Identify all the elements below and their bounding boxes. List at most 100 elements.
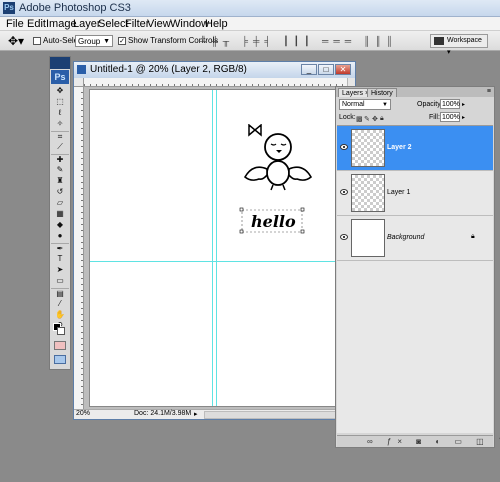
- tools-palette: Ps ✥ ⬚ ℓ ✧ ⌗ ⟋ ✚ ✎ ♜ ↺ ▱ ▦ ◆ ● ✒ T ➤ ▭ ▤…: [49, 56, 71, 370]
- auto-select-checkbox[interactable]: [33, 37, 41, 45]
- layer-action-icons[interactable]: ∞ ƒ× ◙ ◐ ▭ ◫ 🗑︎: [367, 437, 500, 446]
- move-tool-icon[interactable]: ✥▾: [8, 34, 24, 48]
- gradient-tool-icon[interactable]: ▦: [51, 209, 69, 219]
- maximize-button[interactable]: □: [318, 64, 334, 75]
- tab-history[interactable]: History: [367, 88, 397, 97]
- quick-mask-icon[interactable]: [54, 341, 66, 350]
- menu-layer[interactable]: Layer: [73, 18, 101, 30]
- layer-row-background[interactable]: Background 🔒︎: [337, 216, 493, 261]
- transform-handle: [300, 207, 305, 212]
- canvas[interactable]: hello: [89, 89, 344, 407]
- notes-tool-icon[interactable]: ▤: [51, 288, 69, 298]
- workspace-button[interactable]: Workspace ▾: [430, 34, 488, 56]
- visibility-eye-icon[interactable]: [340, 144, 348, 150]
- clone-stamp-tool-icon[interactable]: ♜: [51, 176, 69, 186]
- menu-file[interactable]: File: [6, 18, 24, 30]
- guide-vertical[interactable]: [212, 90, 213, 406]
- menu-view[interactable]: View: [147, 18, 171, 30]
- guide-horizontal[interactable]: [90, 261, 343, 262]
- align-icons[interactable]: ╨╫╥ ╞╪╡ ┃┃┃ ═══ ║║║: [200, 36, 398, 47]
- show-transform-checkbox[interactable]: ✓: [118, 37, 126, 45]
- close-button[interactable]: ✕: [335, 64, 351, 75]
- auto-select-dropdown[interactable]: Group ▼: [75, 35, 113, 47]
- background-color-swatch[interactable]: [57, 327, 65, 335]
- menu-edit[interactable]: Edit: [27, 18, 46, 30]
- menu-filter[interactable]: Filter: [125, 18, 149, 30]
- lock-label: Lock:: [339, 114, 356, 121]
- screen-mode-icon[interactable]: [54, 355, 66, 364]
- layer-name: Background: [387, 234, 425, 241]
- minimize-button[interactable]: _: [301, 64, 317, 75]
- bird-body: [266, 160, 290, 186]
- eyedropper-tool-icon[interactable]: ⁄: [51, 299, 69, 309]
- chevron-down-icon: ▼: [382, 102, 388, 108]
- move-tool-icon[interactable]: ✥: [51, 86, 69, 96]
- hello-text: hello: [251, 212, 296, 231]
- shape-tool-icon[interactable]: ▭: [51, 276, 69, 286]
- marquee-tool-icon[interactable]: ⬚: [51, 97, 69, 107]
- dodge-tool-icon[interactable]: ●: [51, 231, 69, 241]
- status-menu-icon[interactable]: ▸: [194, 410, 198, 418]
- document-icon: [77, 65, 86, 74]
- workspace-icon: [434, 37, 444, 45]
- path-selection-tool-icon[interactable]: ➤: [51, 265, 69, 275]
- opacity-slider-icon[interactable]: ▸: [462, 101, 465, 108]
- blur-tool-icon[interactable]: ◆: [51, 220, 69, 230]
- layers-panel: Layers × History ≡ Normal ▼ Opacity: 100…: [335, 86, 500, 448]
- slice-tool-icon[interactable]: ⟋: [51, 142, 69, 152]
- guide-vertical[interactable]: [216, 90, 217, 406]
- lock-transparency-icon[interactable]: ▩: [356, 115, 363, 123]
- menu-help[interactable]: Help: [205, 18, 228, 30]
- brush-tool-icon[interactable]: ✎: [51, 165, 69, 175]
- document-titlebar[interactable]: Untitled-1 @ 20% (Layer 2, RGB/8) _ □ ✕: [74, 62, 355, 78]
- vertical-ruler[interactable]: [74, 87, 84, 409]
- menu-window[interactable]: Window: [170, 18, 209, 30]
- photoshop-badge-icon: Ps: [51, 70, 69, 84]
- horizontal-scrollbar[interactable]: [204, 411, 344, 419]
- blend-mode-value: Normal: [342, 101, 365, 108]
- healing-brush-tool-icon[interactable]: ✚: [51, 154, 69, 164]
- tools-palette-header[interactable]: [50, 57, 70, 69]
- bird-left-wing: [243, 166, 268, 181]
- magic-wand-tool-icon[interactable]: ✧: [51, 119, 69, 129]
- transform-handle: [239, 229, 244, 234]
- type-tool-icon[interactable]: T: [51, 254, 69, 264]
- fill-field[interactable]: 100%: [440, 112, 460, 122]
- lock-position-icon[interactable]: ✥: [372, 115, 378, 123]
- horizontal-ruler[interactable]: [84, 78, 347, 87]
- visibility-eye-icon[interactable]: [340, 234, 348, 240]
- status-bar: 20% Doc: 24.1M/3.98M ▸: [74, 409, 355, 419]
- eraser-tool-icon[interactable]: ▱: [51, 198, 69, 208]
- fill-slider-icon[interactable]: ▸: [462, 114, 465, 121]
- menu-bar: File Edit Image Layer Select Filter View…: [0, 17, 500, 31]
- layer-thumbnail: [351, 219, 385, 257]
- ruler-origin[interactable]: [74, 78, 84, 87]
- panel-menu-icon[interactable]: ≡: [487, 88, 491, 95]
- panel-footer: ∞ ƒ× ◙ ◐ ▭ ◫ 🗑︎: [337, 435, 500, 447]
- options-bar: ✥▾ Auto-Select: Group ▼ ✓ Show Transform…: [0, 31, 500, 56]
- workspace-label: Workspace: [447, 37, 482, 44]
- crop-tool-icon[interactable]: ⌗: [51, 131, 69, 141]
- blend-mode-dropdown[interactable]: Normal ▼: [339, 99, 391, 110]
- bird-head: [264, 133, 292, 161]
- layer-row-layer-2[interactable]: Layer 2: [337, 126, 493, 171]
- visibility-eye-icon[interactable]: [340, 189, 348, 195]
- opacity-field[interactable]: 100%: [440, 99, 460, 109]
- auto-select-value: Group: [78, 37, 101, 46]
- menu-image[interactable]: Image: [46, 18, 77, 30]
- layer-name: Layer 2: [387, 144, 412, 151]
- lasso-tool-icon[interactable]: ℓ: [51, 108, 69, 118]
- bird-artwork[interactable]: hello: [235, 124, 325, 234]
- history-brush-tool-icon[interactable]: ↺: [51, 187, 69, 197]
- menu-select[interactable]: Select: [98, 18, 129, 30]
- layer-row-layer-1[interactable]: Layer 1: [337, 171, 493, 216]
- app-title: Adobe Photoshop CS3: [19, 2, 131, 14]
- fill-label: Fill:: [429, 114, 440, 121]
- lock-all-icon[interactable]: 🔒︎: [380, 115, 384, 123]
- pen-tool-icon[interactable]: ✒: [51, 243, 69, 253]
- lock-pixels-icon[interactable]: ✎: [364, 115, 370, 123]
- panel-tabs: Layers × History ≡: [336, 87, 494, 97]
- bird-right-wing: [288, 166, 313, 181]
- zoom-level[interactable]: 20%: [76, 410, 90, 417]
- hand-tool-icon[interactable]: ✋: [51, 310, 69, 320]
